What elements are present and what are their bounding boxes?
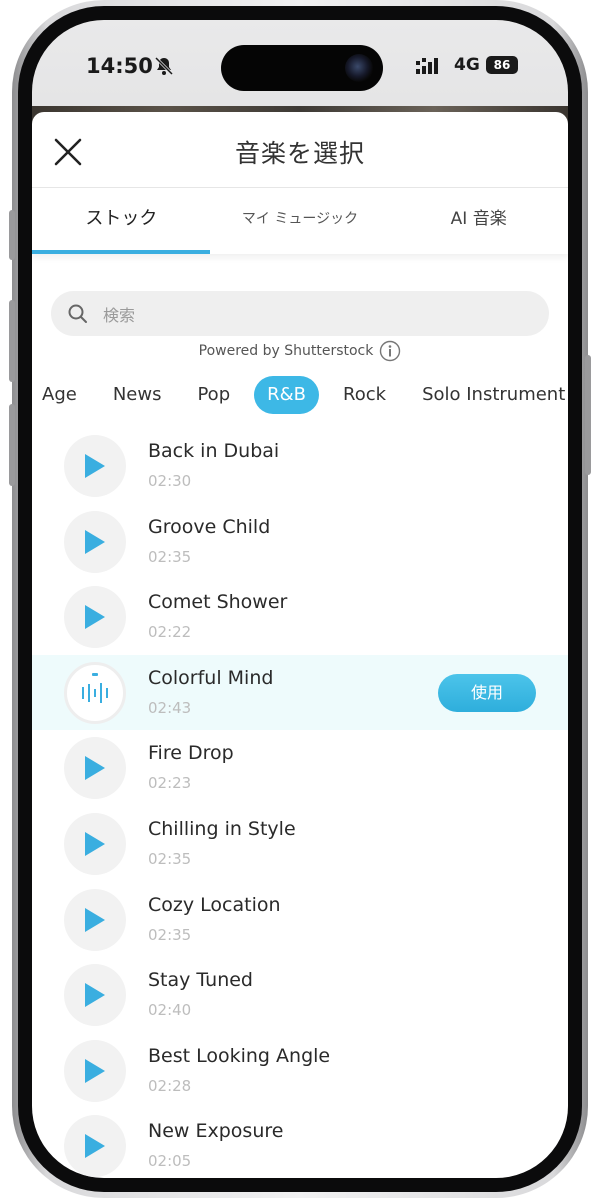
track-name: Stay Tuned	[148, 969, 253, 992]
track-duration: 02:35	[148, 849, 192, 868]
info-icon[interactable]	[379, 340, 401, 362]
source-tabs: ストック マイ ミュージック AI 音楽	[32, 188, 568, 254]
now-playing-button[interactable]	[64, 661, 126, 724]
track-list: Back in Dubai 02:30 Groove Child 02:35 C…	[32, 428, 568, 1178]
phone-bezel: 14:50 4G 86 音楽を選択 ストック マイ ミュージック AI 音楽 検…	[18, 6, 582, 1192]
signal-icon	[416, 58, 438, 74]
play-icon	[85, 454, 105, 478]
volume-up-button	[9, 300, 15, 382]
play-button[interactable]	[64, 888, 126, 951]
tab-my-music[interactable]: マイ ミュージック	[211, 188, 390, 254]
play-icon	[85, 1134, 105, 1159]
search-input[interactable]: 検索	[51, 291, 549, 336]
network-type: 4G	[454, 55, 480, 75]
track-name: Cozy Location	[148, 893, 281, 916]
play-button[interactable]	[64, 812, 126, 875]
status-time: 14:50	[86, 54, 153, 78]
camera-icon	[345, 54, 373, 82]
track-name: Back in Dubai	[148, 440, 280, 462]
track-row-playing[interactable]: Colorful Mind 02:43 使用	[32, 654, 568, 731]
track-row[interactable]: Best Looking Angle 02:28	[32, 1033, 568, 1109]
page-title: 音楽を選択	[234, 139, 365, 168]
search-placeholder: 検索	[103, 305, 136, 325]
play-button[interactable]	[64, 586, 126, 649]
track-name: Chilling in Style	[148, 817, 296, 840]
genre-chip-rnb[interactable]: R&B	[254, 376, 320, 414]
play-icon	[85, 983, 105, 1008]
waveform-icon	[82, 672, 108, 703]
track-row[interactable]: Groove Child 02:35	[32, 504, 568, 580]
play-button[interactable]	[64, 1115, 126, 1178]
play-icon	[85, 907, 105, 932]
track-row[interactable]: Chilling in Style 02:35	[32, 806, 568, 882]
music-picker-sheet: 音楽を選択 ストック マイ ミュージック AI 音楽 検索 Powered by…	[32, 112, 568, 1178]
use-button[interactable]: 使用	[438, 673, 536, 712]
track-duration: 02:35	[148, 547, 192, 566]
genre-chip-solo-instrument[interactable]: Solo Instrument	[404, 376, 568, 414]
powered-by-text: Powered by Shutterstock	[198, 343, 374, 359]
track-row[interactable]: Cozy Location 02:35	[32, 882, 568, 958]
track-name: Colorful Mind	[148, 666, 274, 689]
tab-ai-music[interactable]: AI 音楽	[389, 188, 568, 254]
genre-chip-pop[interactable]: Pop	[179, 376, 248, 414]
track-duration: 02:23	[148, 774, 192, 793]
genre-row: Age News Pop R&B Rock Solo Instrument	[32, 376, 568, 414]
genre-chip-age[interactable]: Age	[32, 376, 95, 414]
volume-down-button	[9, 404, 15, 486]
track-duration: 02:28	[148, 1076, 192, 1095]
action-button	[9, 210, 15, 260]
genre-filter-bar: Age News Pop R&B Rock Solo Instrument	[32, 376, 568, 416]
battery-indicator: 86	[486, 56, 518, 74]
powered-by-line: Powered by Shutterstock	[32, 340, 568, 362]
track-row[interactable]: Fire Drop 02:23	[32, 730, 568, 806]
track-duration: 02:35	[148, 925, 192, 944]
tab-stock[interactable]: ストック	[32, 188, 211, 254]
track-name: Fire Drop	[148, 742, 234, 765]
active-tab-indicator	[32, 250, 210, 254]
track-name: Comet Shower	[148, 591, 288, 614]
track-row[interactable]: Comet Shower 02:22	[32, 579, 568, 655]
track-name: Best Looking Angle	[148, 1044, 331, 1067]
play-icon	[85, 605, 105, 630]
track-name: New Exposure	[148, 1120, 284, 1143]
play-button[interactable]	[64, 435, 126, 497]
track-row[interactable]: Stay Tuned 02:40	[32, 957, 568, 1033]
track-duration: 02:43	[148, 698, 192, 717]
track-duration: 02:22	[148, 623, 192, 642]
track-name: Groove Child	[148, 515, 271, 538]
genre-chip-news[interactable]: News	[95, 376, 180, 414]
play-icon	[85, 831, 105, 856]
genre-chip-rock[interactable]: Rock	[325, 376, 404, 414]
screen: 14:50 4G 86 音楽を選択 ストック マイ ミュージック AI 音楽 検…	[32, 20, 568, 1178]
sheet-header: 音楽を選択	[32, 112, 568, 188]
track-row[interactable]: Back in Dubai 02:30	[32, 428, 568, 504]
phone-frame: 14:50 4G 86 音楽を選択 ストック マイ ミュージック AI 音楽 検…	[12, 0, 588, 1198]
play-button[interactable]	[64, 737, 126, 800]
play-button[interactable]	[64, 964, 126, 1027]
track-duration: 02:05	[148, 1152, 192, 1171]
play-icon	[85, 1058, 105, 1083]
track-duration: 02:40	[148, 1001, 192, 1020]
play-button[interactable]	[64, 510, 126, 573]
track-row[interactable]: New Exposure 02:05	[32, 1108, 568, 1178]
play-icon	[85, 756, 105, 781]
search-icon	[68, 304, 87, 323]
status-bar: 14:50 4G 86	[32, 20, 568, 120]
play-icon	[85, 529, 105, 554]
power-button	[585, 355, 591, 475]
dynamic-island	[221, 45, 383, 91]
play-button[interactable]	[64, 1039, 126, 1102]
bell-off-icon	[154, 56, 174, 76]
track-duration: 02:30	[148, 472, 192, 490]
